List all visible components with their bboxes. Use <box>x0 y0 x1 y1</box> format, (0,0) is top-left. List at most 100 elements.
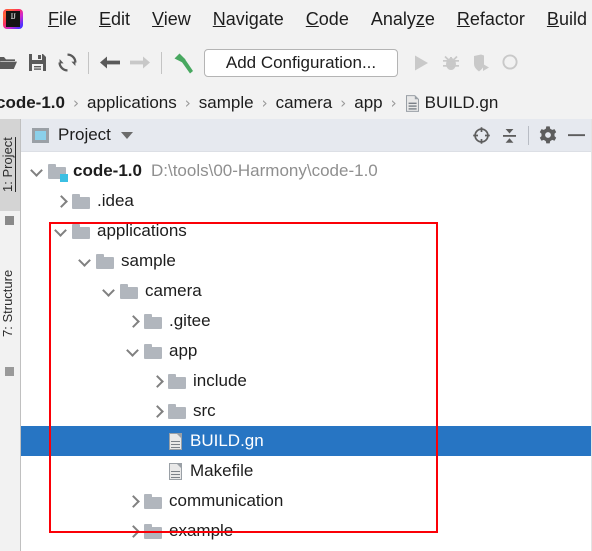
tree-node-path: D:\tools\00-Harmony\code-1.0 <box>150 161 378 180</box>
run-icon[interactable] <box>406 48 436 78</box>
breadcrumb-item-sample[interactable]: sample <box>199 93 254 113</box>
collapse-all-icon[interactable] <box>495 121 523 149</box>
chevron-down-icon[interactable] <box>126 344 141 359</box>
chevron-right-icon[interactable] <box>126 494 141 509</box>
no-expander <box>150 464 165 479</box>
toolbar-separator <box>88 51 89 74</box>
save-icon[interactable] <box>22 48 52 78</box>
chevron-down-icon[interactable] <box>54 224 69 239</box>
tree-node-label: communication <box>169 491 284 510</box>
folder-icon <box>72 193 90 209</box>
chevron-down-icon[interactable] <box>120 131 133 139</box>
ide-window: FileEditViewNavigateCodeAnalyzeRefactorB… <box>0 0 592 551</box>
breadcrumb-separator: › <box>390 94 397 112</box>
chevron-right-icon[interactable] <box>150 404 165 419</box>
tree-node-example[interactable]: example <box>21 516 592 546</box>
menu-item-file[interactable]: File <box>37 6 88 32</box>
menu-item-refactor[interactable]: Refactor <box>446 6 536 32</box>
tree-node-include[interactable]: include <box>21 366 592 396</box>
select-opened-file-icon[interactable] <box>467 121 495 149</box>
project-view-icon <box>32 127 49 143</box>
menu-items: File Edit View Navigate Code Analyze Refactor B… <box>37 6 592 32</box>
tree-node-label: example <box>169 521 234 540</box>
menu-item-code[interactable]: Code <box>295 6 360 32</box>
tree-node-applications[interactable]: applications <box>21 216 592 246</box>
toolbar-separator-2 <box>161 51 162 74</box>
menu-item-navigate[interactable]: Navigate <box>202 6 295 32</box>
tree-node-label: .idea <box>97 191 134 210</box>
tool-strip-marker-2 <box>5 367 14 376</box>
tree-node-label: src <box>193 401 216 420</box>
chevron-down-icon[interactable] <box>102 284 117 299</box>
breadcrumb-item-code-1-0[interactable]: code-1.0 <box>0 93 65 113</box>
tree-node-camera[interactable]: camera <box>21 276 592 306</box>
project-file-tree[interactable]: code-1.0 D:\tools\00-Harmony\code-1.0 .ide… <box>21 152 592 551</box>
folder-icon <box>72 223 90 239</box>
chevron-down-icon[interactable] <box>30 164 45 179</box>
run-with-coverage-icon[interactable] <box>466 48 496 78</box>
menu-item-edit[interactable]: Edit <box>88 6 141 32</box>
settings-gear-icon[interactable] <box>534 121 562 149</box>
tool-window-tab-structure[interactable]: 7: Structure <box>0 247 20 359</box>
chevron-right-icon[interactable] <box>54 194 69 209</box>
breadcrumb-separator: › <box>184 94 191 112</box>
hide-panel-icon[interactable] <box>562 121 590 149</box>
breadcrumb-item-applications[interactable]: applications <box>87 93 177 113</box>
menu-item-analyze[interactable]: Analyze <box>360 6 446 32</box>
tree-node-code-1-0[interactable]: code-1.0 D:\tools\00-Harmony\code-1.0 <box>21 156 592 186</box>
project-tool-window: Project code-1.0 D:\tools\00-Harmony\cod… <box>21 119 592 551</box>
project-panel-header: Project <box>21 119 592 152</box>
tool-strip-marker-1 <box>5 216 14 225</box>
menu-item-build[interactable]: Build <box>536 6 592 32</box>
tree-node--idea[interactable]: .idea <box>21 186 592 216</box>
chevron-right-icon[interactable] <box>126 314 141 329</box>
forward-arrow-icon[interactable] <box>125 48 155 78</box>
breadcrumb-separator: › <box>72 94 79 112</box>
debug-icon[interactable] <box>436 48 466 78</box>
tree-node-label: include <box>193 371 247 390</box>
tree-node-label: app <box>169 341 198 360</box>
tool-window-tab-project[interactable]: 1: Project <box>0 119 20 211</box>
tree-node-label: .gitee <box>169 311 211 330</box>
breadcrumb-label: applications <box>86 93 177 112</box>
breadcrumb-label: app <box>354 93 383 112</box>
left-tool-window-strip: 1: Project 7: Structure <box>0 119 21 551</box>
main-toolbar: Add Configuration... <box>0 38 592 87</box>
breadcrumb-item-camera[interactable]: camera <box>276 93 333 113</box>
open-folder-icon[interactable] <box>0 48 22 78</box>
tree-node-communication[interactable]: communication <box>21 486 592 516</box>
folder-icon <box>168 403 186 419</box>
breadcrumb: code-1.0 › applications › sample › camera › app ›… <box>0 87 592 119</box>
breadcrumb-label: camera <box>275 93 333 112</box>
panel-actions-separator <box>528 125 529 145</box>
build-hammer-icon[interactable] <box>168 48 198 78</box>
tree-node-makefile[interactable]: Makefile <box>21 456 592 486</box>
breadcrumb-separator: › <box>261 94 268 112</box>
breadcrumb-item-build-gn[interactable]: BUILD.gn <box>405 93 499 113</box>
tree-node-label: sample <box>121 251 176 270</box>
tree-node-sample[interactable]: sample <box>21 246 592 276</box>
menu-item-view[interactable]: View <box>141 6 202 32</box>
menu-bar: FileEditViewNavigateCodeAnalyzeRefactorB… <box>0 0 592 38</box>
chevron-right-icon[interactable] <box>150 374 165 389</box>
sync-icon[interactable] <box>52 48 82 78</box>
folder-icon <box>144 523 162 539</box>
tree-node-src[interactable]: src <box>21 396 592 426</box>
tree-node-build-gn[interactable]: BUILD.gn <box>21 426 592 456</box>
tree-node--gitee[interactable]: .gitee <box>21 306 592 336</box>
tree-node-label: Makefile <box>190 461 254 480</box>
project-folder-icon <box>48 163 68 182</box>
tree-node-label: applications <box>97 221 187 240</box>
add-configuration-button[interactable]: Add Configuration... <box>204 48 398 77</box>
file-icon <box>168 462 183 480</box>
breadcrumb-label: BUILD.gn <box>424 93 499 112</box>
tree-node-label: camera <box>145 281 202 300</box>
chevron-right-icon[interactable] <box>126 524 141 539</box>
breadcrumb-item-app[interactable]: app <box>354 93 382 113</box>
intellij-idea-logo-icon <box>2 8 24 30</box>
search-everywhere-icon[interactable] <box>496 48 526 78</box>
chevron-down-icon[interactable] <box>78 254 93 269</box>
back-arrow-icon[interactable] <box>95 48 125 78</box>
tree-node-app[interactable]: app <box>21 336 592 366</box>
folder-icon <box>144 343 162 359</box>
